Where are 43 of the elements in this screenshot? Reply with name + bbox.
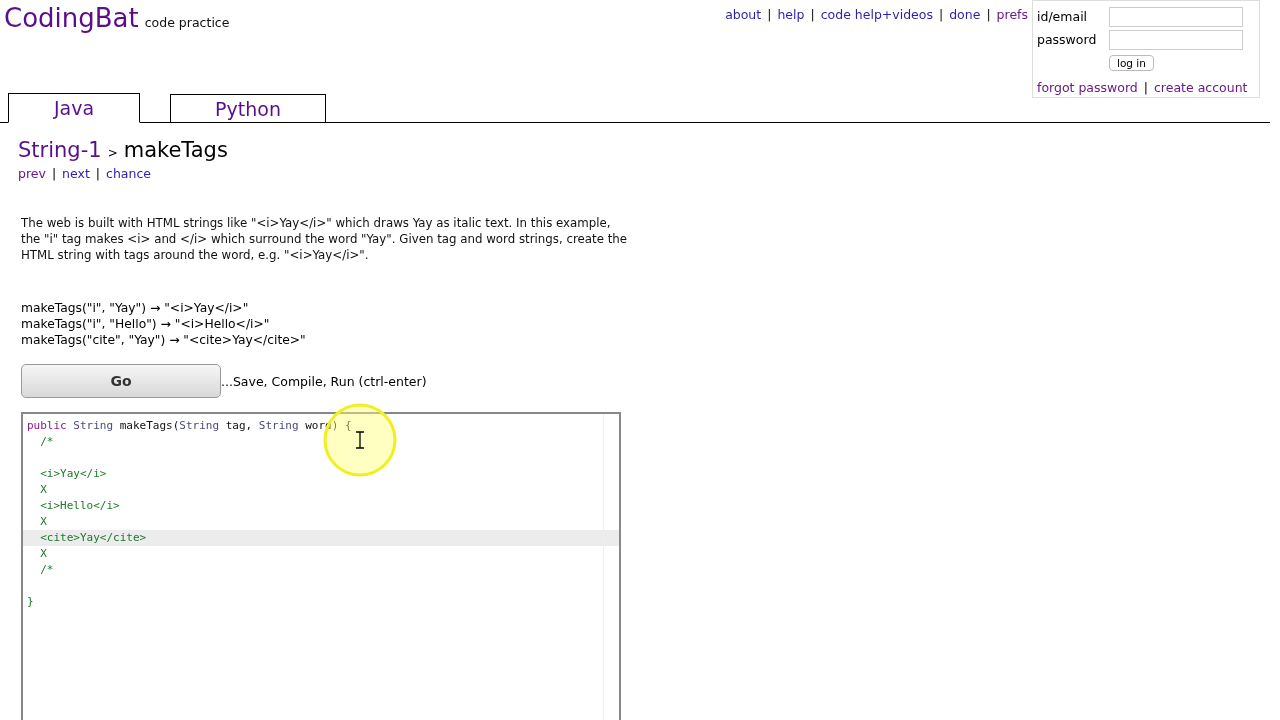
example-line: makeTags("i", "Hello") → "<i>Hello</i>" (21, 316, 271, 332)
code-line: <i>Hello</i> (39, 498, 121, 514)
code-line: X (39, 546, 48, 562)
link-separator: | (767, 7, 772, 22)
problem-nav-link[interactable]: next (62, 166, 90, 181)
section-link[interactable]: String-1 (18, 138, 102, 162)
go-button[interactable]: Go (21, 364, 221, 398)
code-line: /* (39, 434, 55, 450)
breadcrumb-separator: > (107, 146, 118, 160)
example-line: makeTags("i", "Yay") → "<i>Yay</i>" (21, 300, 250, 316)
go-hint: ...Save, Compile, Run (ctrl-enter) (221, 373, 427, 389)
account-link[interactable]: create account (1154, 80, 1248, 95)
nav-link[interactable]: prefs (996, 7, 1028, 22)
field-label: id/email (1037, 9, 1089, 24)
login-button[interactable]: log in (1109, 54, 1154, 71)
code-line: /* (39, 562, 55, 578)
code-line: X (39, 482, 48, 498)
link-separator: | (95, 166, 101, 181)
account-link[interactable]: forgot password (1037, 80, 1138, 95)
link-separator: | (51, 166, 57, 181)
code-line: } (26, 594, 35, 610)
tagline: code practice (144, 15, 230, 30)
link-separator: | (938, 7, 944, 22)
link-separator: | (810, 7, 815, 22)
problem-nav-link[interactable]: chance (106, 166, 151, 181)
problem-description: The web is built with HTML strings like "<i>Yay</i>" which draws Yay as italic text. In this example, the "i" tag makes <i> and </i> which surround the word "Yay". Given tag and word strings, create the HTML string with tags around the word, e.g. "<i>Yay</i>". (21, 215, 628, 263)
nav-link[interactable]: about (725, 7, 762, 22)
nav-link[interactable]: help (777, 7, 805, 22)
language-tab[interactable]: Java (8, 93, 140, 123)
example-line: makeTags("cite", "Yay") → "<cite>Yay</cite>" (21, 332, 307, 348)
problem-title: makeTags (123, 138, 228, 162)
input-field[interactable] (1109, 29, 1243, 50)
code-line: <i>Yay</i> (39, 466, 108, 482)
code-line: X (39, 514, 48, 530)
nav-link[interactable]: done (949, 7, 981, 22)
problem-nav-link[interactable]: prev (18, 166, 46, 181)
link-separator: | (1143, 80, 1148, 95)
site-logo[interactable]: CodingBat (4, 3, 139, 33)
input-field[interactable] (1109, 6, 1243, 27)
language-tab[interactable]: Python (170, 94, 326, 122)
nav-link[interactable]: code help+videos (820, 7, 933, 22)
field-label: password (1037, 32, 1098, 47)
link-separator: | (986, 7, 991, 22)
